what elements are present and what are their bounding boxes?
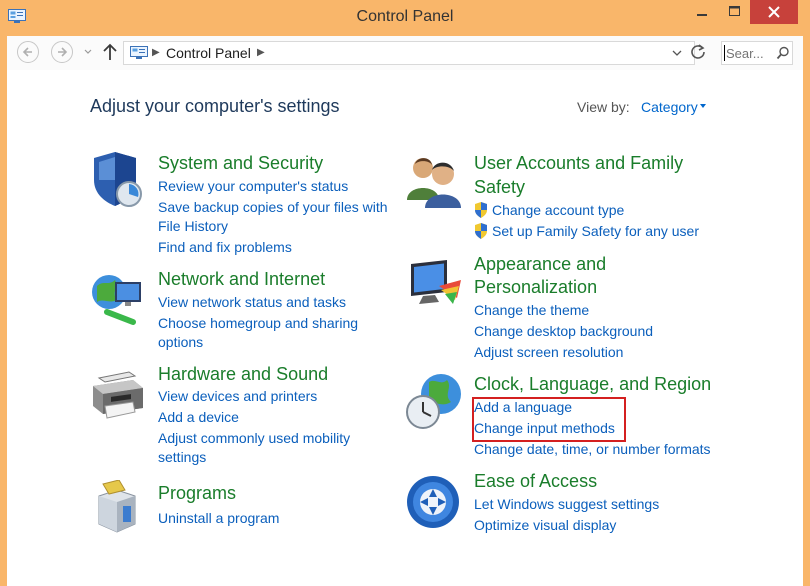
link-windows-suggest[interactable]: Let Windows suggest settings [474, 495, 659, 514]
link-uninstall-program[interactable]: Uninstall a program [158, 509, 279, 528]
appearance-monitor-icon[interactable] [405, 258, 463, 310]
text-cursor [724, 45, 725, 61]
close-icon [768, 6, 780, 18]
link-family-safety[interactable]: Set up Family Safety for any user [492, 222, 699, 241]
link-network-status[interactable]: View network status and tasks [158, 293, 346, 312]
ease-of-access-icon[interactable] [405, 474, 463, 530]
view-by-label: View by: [577, 99, 630, 115]
main-content: Adjust your computer's settings View by:… [7, 70, 803, 586]
link-devices-printers[interactable]: View devices and printers [158, 387, 317, 406]
search-icon[interactable] [776, 46, 790, 60]
maximize-button[interactable] [719, 0, 749, 24]
clock-globe-icon[interactable] [405, 372, 463, 430]
address-bar[interactable]: ▶ Control Panel ▶ [123, 41, 695, 65]
navigation-toolbar: ▶ Control Panel ▶ [7, 36, 803, 70]
up-arrow-icon[interactable] [102, 43, 118, 61]
view-by-dropdown[interactable]: Category [641, 99, 698, 115]
breadcrumb-chevron-icon[interactable]: ▶ [257, 47, 265, 58]
forward-button[interactable] [51, 41, 73, 63]
link-add-device[interactable]: Add a device [158, 408, 239, 427]
programs-box-icon[interactable] [89, 480, 147, 538]
minimize-button[interactable] [687, 0, 717, 24]
network-globe-icon[interactable] [89, 270, 147, 328]
search-box[interactable] [721, 41, 793, 65]
link-date-time-formats[interactable]: Change date, time, or number formats [474, 440, 711, 459]
maximize-icon [729, 6, 740, 16]
hardware-sound-title[interactable]: Hardware and Sound [158, 363, 328, 386]
control-panel-location-icon [130, 46, 148, 59]
link-change-theme[interactable]: Change the theme [474, 301, 589, 320]
view-by-dropdown-arrow-icon[interactable] [700, 104, 706, 108]
clock-language-region-title[interactable]: Clock, Language, and Region [474, 373, 711, 396]
link-sharing-options[interactable]: options [158, 333, 203, 352]
uac-shield-icon [475, 223, 487, 239]
ease-of-access-title[interactable]: Ease of Access [474, 470, 597, 493]
link-desktop-background[interactable]: Change desktop background [474, 322, 653, 341]
appearance-title[interactable]: Appearance and [474, 253, 606, 276]
window-frame-right [803, 36, 810, 586]
link-file-history[interactable]: File History [158, 217, 228, 236]
user-accounts-title-line2[interactable]: Safety [474, 176, 525, 199]
uac-shield-icon [475, 202, 487, 218]
link-mobility-settings[interactable]: Adjust commonly used mobility [158, 429, 350, 448]
link-homegroup-sharing[interactable]: Choose homegroup and sharing [158, 314, 358, 333]
minimize-icon [697, 14, 707, 16]
search-input[interactable] [726, 44, 770, 62]
link-change-account-type[interactable]: Change account type [492, 201, 624, 220]
system-security-shield-icon[interactable] [89, 152, 147, 210]
back-button[interactable] [17, 41, 39, 63]
system-security-title[interactable]: System and Security [158, 152, 323, 175]
address-dropdown-icon[interactable] [672, 48, 682, 58]
breadcrumb-control-panel[interactable]: Control Panel [166, 45, 251, 61]
user-accounts-title[interactable]: User Accounts and Family [474, 152, 683, 175]
recent-locations-chevron-icon[interactable] [84, 45, 92, 59]
link-screen-resolution[interactable]: Adjust screen resolution [474, 343, 623, 362]
network-internet-title[interactable]: Network and Internet [158, 268, 325, 291]
breadcrumb-chevron-icon[interactable]: ▶ [152, 47, 160, 58]
link-optimize-display[interactable]: Optimize visual display [474, 516, 616, 535]
arrow-left-icon [22, 47, 32, 57]
link-find-fix-problems[interactable]: Find and fix problems [158, 238, 292, 257]
programs-title[interactable]: Programs [158, 482, 236, 505]
window-frame-left [0, 36, 7, 586]
link-review-status[interactable]: Review your computer's status [158, 177, 348, 196]
control-panel-window: Control Panel ▶ Control Panel ▶ Sear... … [0, 0, 810, 586]
link-save-backup[interactable]: Save backup copies of your files with [158, 198, 388, 217]
title-bar[interactable]: Control Panel [0, 0, 810, 36]
refresh-icon[interactable] [689, 43, 707, 61]
highlight-box [472, 397, 626, 442]
page-title: Adjust your computer's settings [90, 96, 340, 116]
printer-icon[interactable] [89, 366, 147, 424]
arrow-right-icon [58, 47, 68, 57]
link-mobility-settings-2[interactable]: settings [158, 448, 206, 467]
appearance-title-line2[interactable]: Personalization [474, 276, 597, 299]
user-accounts-people-icon[interactable] [405, 154, 463, 210]
close-button[interactable] [750, 0, 798, 24]
